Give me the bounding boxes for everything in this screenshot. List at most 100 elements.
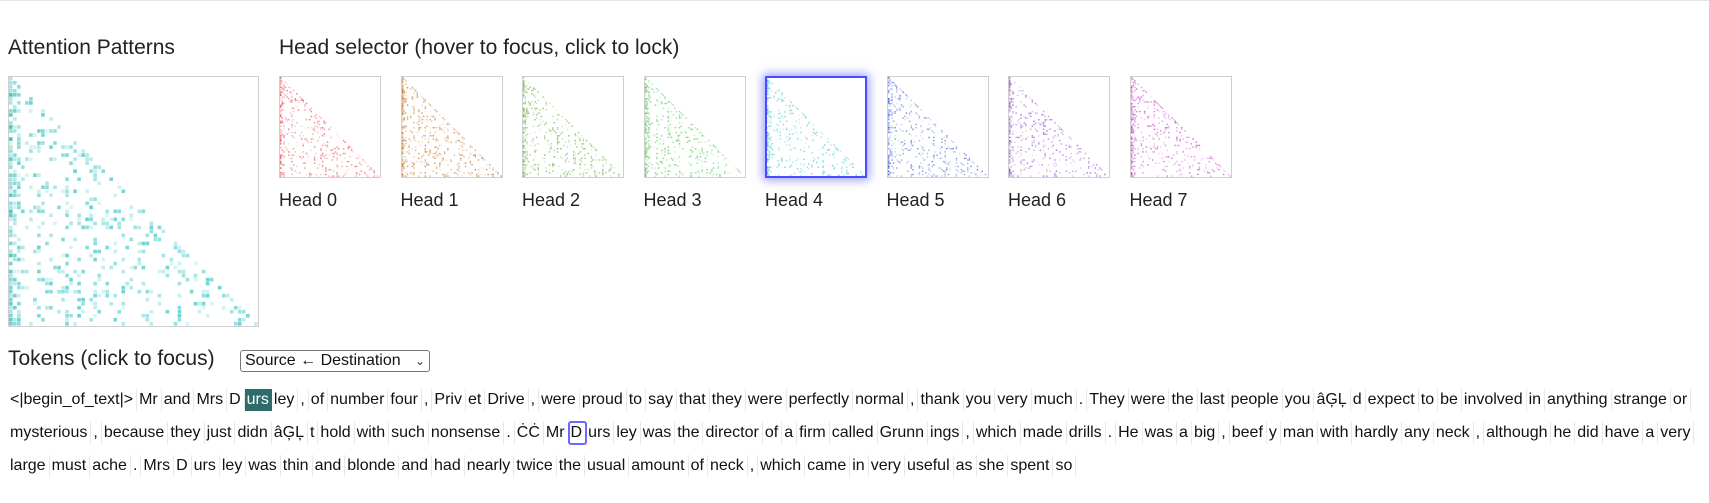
- token[interactable]: very: [1658, 422, 1695, 444]
- token[interactable]: with: [1318, 422, 1353, 444]
- token[interactable]: as: [954, 455, 977, 477]
- token[interactable]: expect: [1366, 389, 1419, 411]
- token[interactable]: Mr: [544, 422, 569, 444]
- token[interactable]: with: [355, 422, 390, 444]
- token[interactable]: âĢĻ: [1314, 389, 1351, 411]
- token[interactable]: anything: [1545, 389, 1612, 411]
- token[interactable]: ,: [1474, 422, 1485, 444]
- token[interactable]: to: [1419, 389, 1439, 411]
- token[interactable]: blonde: [345, 455, 400, 477]
- token[interactable]: ĊĊ: [515, 422, 544, 444]
- token[interactable]: urs: [586, 422, 615, 444]
- token[interactable]: last: [1198, 389, 1229, 411]
- token[interactable]: hardly: [1352, 422, 1403, 444]
- head-thumbnail-6[interactable]: [1008, 76, 1110, 178]
- token[interactable]: did: [1575, 422, 1603, 444]
- head-thumbnail-4[interactable]: [765, 76, 867, 178]
- token[interactable]: because: [102, 422, 169, 444]
- token[interactable]: number: [328, 389, 389, 411]
- head-card-1[interactable]: Head 1: [400, 76, 503, 211]
- token[interactable]: they: [168, 422, 205, 444]
- token[interactable]: nearly: [465, 455, 515, 477]
- token[interactable]: drills: [1067, 422, 1106, 444]
- token[interactable]: ,: [908, 389, 919, 411]
- token[interactable]: were: [1129, 389, 1170, 411]
- token[interactable]: which: [974, 422, 1021, 444]
- token[interactable]: which: [758, 455, 806, 477]
- token[interactable]: Mrs: [194, 389, 228, 411]
- token[interactable]: usual: [585, 455, 630, 477]
- token[interactable]: any: [1402, 422, 1434, 444]
- token[interactable]: t: [308, 422, 319, 444]
- token[interactable]: large: [8, 455, 50, 477]
- token[interactable]: say: [646, 389, 677, 411]
- head-card-4[interactable]: Head 4: [765, 76, 867, 211]
- token[interactable]: people: [1229, 389, 1283, 411]
- token[interactable]: ley: [220, 455, 247, 477]
- token[interactable]: Drive: [485, 389, 529, 411]
- token[interactable]: or: [1671, 389, 1692, 411]
- token[interactable]: was: [641, 422, 676, 444]
- token[interactable]: made: [1021, 422, 1067, 444]
- token[interactable]: D: [227, 389, 245, 411]
- token[interactable]: very: [869, 455, 905, 477]
- token[interactable]: urs: [192, 455, 220, 477]
- token[interactable]: urs: [244, 389, 272, 411]
- token[interactable]: .: [504, 422, 515, 444]
- token[interactable]: have: [1603, 422, 1644, 444]
- token[interactable]: D: [567, 421, 588, 445]
- token[interactable]: were: [746, 389, 787, 411]
- token[interactable]: ,: [963, 422, 974, 444]
- token[interactable]: of: [763, 422, 783, 444]
- token[interactable]: spent: [1008, 455, 1054, 477]
- token[interactable]: hold: [318, 422, 355, 444]
- token[interactable]: beef: [1230, 422, 1267, 444]
- head-card-5[interactable]: Head 5: [886, 76, 989, 211]
- head-card-2[interactable]: Head 2: [522, 76, 624, 211]
- token[interactable]: ,: [748, 455, 759, 477]
- token[interactable]: the: [557, 455, 585, 477]
- head-card-3[interactable]: Head 3: [643, 76, 746, 211]
- token[interactable]: didn: [235, 422, 272, 444]
- token[interactable]: .: [1077, 389, 1088, 411]
- token[interactable]: D: [174, 455, 192, 477]
- direction-select[interactable]: Source ← Destination ⌄: [240, 350, 430, 372]
- token[interactable]: were: [539, 389, 580, 411]
- token[interactable]: and: [162, 389, 195, 411]
- token[interactable]: proud: [580, 389, 627, 411]
- token[interactable]: they: [710, 389, 746, 411]
- token[interactable]: much: [1032, 389, 1077, 411]
- token[interactable]: y: [1267, 422, 1281, 444]
- token[interactable]: firm: [797, 422, 830, 444]
- token[interactable]: called: [830, 422, 878, 444]
- token[interactable]: he: [1551, 422, 1576, 444]
- token[interactable]: involved: [1462, 389, 1527, 411]
- token[interactable]: a: [782, 422, 798, 444]
- token[interactable]: ,: [422, 389, 433, 411]
- token[interactable]: four: [388, 389, 422, 411]
- token[interactable]: ,: [1219, 422, 1230, 444]
- token[interactable]: <|begin_of_text|>: [8, 389, 138, 411]
- head-card-6[interactable]: Head 6: [1008, 76, 1110, 211]
- token[interactable]: thank: [918, 389, 964, 411]
- token[interactable]: just: [205, 422, 236, 444]
- token[interactable]: of: [689, 455, 708, 477]
- head-thumbnail-7[interactable]: [1129, 76, 1232, 178]
- head-card-0[interactable]: Head 0: [279, 76, 381, 211]
- head-card-7[interactable]: Head 7: [1129, 76, 1232, 211]
- token[interactable]: Priv: [432, 389, 466, 411]
- token[interactable]: âĢĻ: [272, 422, 308, 444]
- token[interactable]: They: [1087, 389, 1129, 411]
- token[interactable]: of: [309, 389, 329, 411]
- token[interactable]: Mr: [137, 389, 162, 411]
- token[interactable]: thin: [281, 455, 313, 477]
- token[interactable]: the: [675, 422, 704, 444]
- token[interactable]: the: [1169, 389, 1198, 411]
- token[interactable]: such: [389, 422, 429, 444]
- token[interactable]: very: [995, 389, 1032, 411]
- token[interactable]: neck: [708, 455, 748, 477]
- head-thumbnail-1[interactable]: [400, 76, 503, 178]
- token[interactable]: amount: [629, 455, 689, 477]
- token[interactable]: useful: [905, 455, 954, 477]
- token[interactable]: ,: [91, 422, 102, 444]
